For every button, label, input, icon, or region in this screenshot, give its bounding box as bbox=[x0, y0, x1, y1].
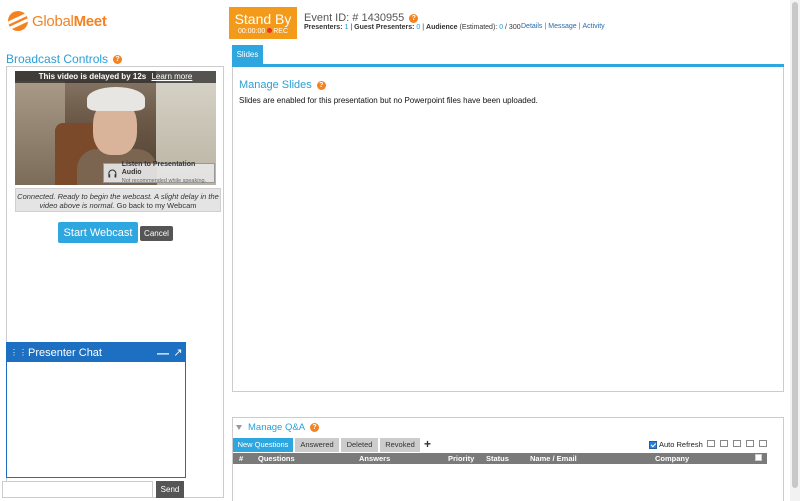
manage-qa-title[interactable]: Manage Q&A ? bbox=[236, 422, 320, 433]
back-to-webcam-link[interactable]: Go back to my Webcam bbox=[117, 201, 197, 210]
message-link[interactable]: Message bbox=[548, 23, 576, 30]
qa-tabs: New Questions Answered Deleted Revoked + bbox=[233, 438, 431, 452]
page-scrollbar[interactable] bbox=[790, 0, 800, 501]
drag-handle-icon[interactable]: ⋮⋮ bbox=[7, 348, 27, 356]
manage-slides-label: Manage Slides bbox=[239, 79, 312, 91]
audio-subtitle: Not recommended while speaking. bbox=[121, 178, 207, 184]
delay-banner: This video is delayed by 12s Learn more bbox=[15, 71, 216, 83]
export-icon[interactable] bbox=[733, 440, 741, 447]
connection-status: Connected. Ready to begin the webcast. A… bbox=[15, 188, 221, 212]
tab-revoked[interactable]: Revoked bbox=[380, 438, 420, 452]
status-timer: 00:00:00 bbox=[237, 28, 266, 35]
event-id-text: Event ID: # 1430955 bbox=[304, 12, 405, 24]
chat-title: Presenter Chat bbox=[28, 346, 102, 359]
listen-audio-button[interactable]: Listen to Presentation Audio Not recomme… bbox=[103, 161, 215, 185]
qa-toolbar bbox=[707, 440, 772, 447]
col-answers: Answers bbox=[359, 454, 391, 463]
broadcast-status-badge: Stand By 00:00:00 REC bbox=[229, 7, 297, 39]
top-links: Details | Message | Activity bbox=[521, 23, 605, 30]
tab-deleted[interactable]: Deleted bbox=[341, 438, 378, 452]
help-icon[interactable]: ? bbox=[316, 80, 326, 90]
learn-more-link[interactable]: Learn more bbox=[151, 72, 192, 81]
expand-icon[interactable]: ↗ bbox=[171, 346, 185, 359]
help-icon[interactable]: ? bbox=[113, 54, 123, 64]
details-link[interactable]: Details bbox=[521, 23, 542, 30]
guest-presenters-count: 0 bbox=[416, 24, 421, 31]
tab-slides[interactable]: Slides bbox=[232, 45, 263, 64]
cancel-button[interactable]: Cancel bbox=[140, 226, 173, 241]
help-icon[interactable]: ? bbox=[409, 13, 419, 23]
popout-icon[interactable] bbox=[720, 440, 728, 447]
print-icon[interactable] bbox=[759, 440, 767, 447]
add-question-icon[interactable]: + bbox=[424, 438, 431, 452]
chat-header[interactable]: ⋮⋮ Presenter Chat — ↗ bbox=[7, 343, 185, 362]
auto-refresh-label: Auto Refresh bbox=[659, 440, 703, 449]
qa-table-header: # Questions Answers Priority Status Name… bbox=[233, 453, 767, 464]
col-company: Company bbox=[655, 454, 690, 463]
activity-link[interactable]: Activity bbox=[582, 23, 604, 30]
col-status: Status bbox=[486, 454, 509, 463]
globalmeet-logo-icon bbox=[8, 11, 28, 31]
logo-text: GlobalMeet bbox=[32, 12, 107, 30]
rec-dot-icon bbox=[267, 28, 273, 33]
separator: | bbox=[544, 23, 547, 30]
auto-refresh-checkbox[interactable] bbox=[649, 440, 657, 449]
separator: | bbox=[578, 23, 581, 30]
chat-message-input[interactable] bbox=[2, 481, 153, 498]
tab-new-questions[interactable]: New Questions bbox=[233, 438, 293, 452]
globalmeet-logo: GlobalMeet bbox=[8, 10, 107, 32]
audience-note: (Estimated): bbox=[459, 24, 498, 31]
manage-qa-label: Manage Q&A bbox=[248, 422, 306, 433]
slides-message: Slides are enabled for this presentation… bbox=[239, 96, 538, 105]
tab-answered[interactable]: Answered bbox=[295, 438, 339, 452]
col-priority: Priority bbox=[448, 454, 475, 463]
email-icon[interactable] bbox=[746, 440, 754, 447]
manage-slides-title: Manage Slides ? bbox=[239, 79, 326, 91]
guest-presenters-label: Guest Presenters: bbox=[354, 24, 415, 31]
col-number: # bbox=[239, 454, 244, 463]
minimize-icon[interactable]: — bbox=[155, 346, 171, 360]
col-questions: Questions bbox=[258, 454, 295, 463]
delay-text: This video is delayed by 12s bbox=[38, 72, 147, 81]
status-timer-row: 00:00:00 REC bbox=[229, 28, 297, 36]
webcam-video: This video is delayed by 12s Learn more … bbox=[15, 71, 216, 185]
auto-refresh[interactable]: Auto Refresh bbox=[649, 440, 703, 449]
status-label: Stand By bbox=[234, 11, 292, 27]
select-all-checkbox[interactable] bbox=[755, 454, 762, 461]
swap-icon[interactable] bbox=[707, 440, 715, 447]
event-id: Event ID: # 1430955 ? bbox=[304, 12, 419, 24]
separator: | bbox=[350, 24, 353, 31]
broadcast-controls-label: Broadcast Controls bbox=[6, 52, 109, 66]
scroll-thumb[interactable] bbox=[792, 2, 798, 488]
col-name-email: Name / Email bbox=[530, 454, 577, 463]
headphones-icon bbox=[108, 168, 117, 177]
event-stats: Presenters: 1 | Guest Presenters: 0 | Au… bbox=[304, 24, 521, 31]
slides-panel: Manage Slides ? Slides are enabled for t… bbox=[232, 67, 784, 392]
presenters-label: Presenters: bbox=[304, 24, 343, 31]
presenters-count: 1 bbox=[344, 24, 349, 31]
start-webcast-button[interactable]: Start Webcast bbox=[58, 222, 138, 243]
presenter-chat-window: ⋮⋮ Presenter Chat — ↗ bbox=[6, 342, 186, 478]
help-icon[interactable]: ? bbox=[310, 423, 320, 432]
audience-max: / 300 bbox=[505, 24, 521, 31]
separator: | bbox=[422, 24, 425, 31]
manage-qa-panel: Manage Q&A ? New Questions Answered Dele… bbox=[232, 417, 784, 501]
rec-label: REC bbox=[273, 28, 289, 35]
video-person-cap bbox=[87, 87, 145, 111]
collapse-triangle-icon[interactable] bbox=[236, 425, 242, 430]
audience-count: 0 bbox=[499, 24, 504, 31]
broadcast-controls-title: Broadcast Controls ? bbox=[6, 52, 123, 66]
send-button[interactable]: Send bbox=[156, 481, 184, 498]
audience-label: Audience bbox=[426, 24, 458, 31]
audio-text: Listen to Presentation Audio Not recomme… bbox=[122, 161, 214, 185]
audio-title: Listen to Presentation Audio bbox=[121, 161, 196, 176]
